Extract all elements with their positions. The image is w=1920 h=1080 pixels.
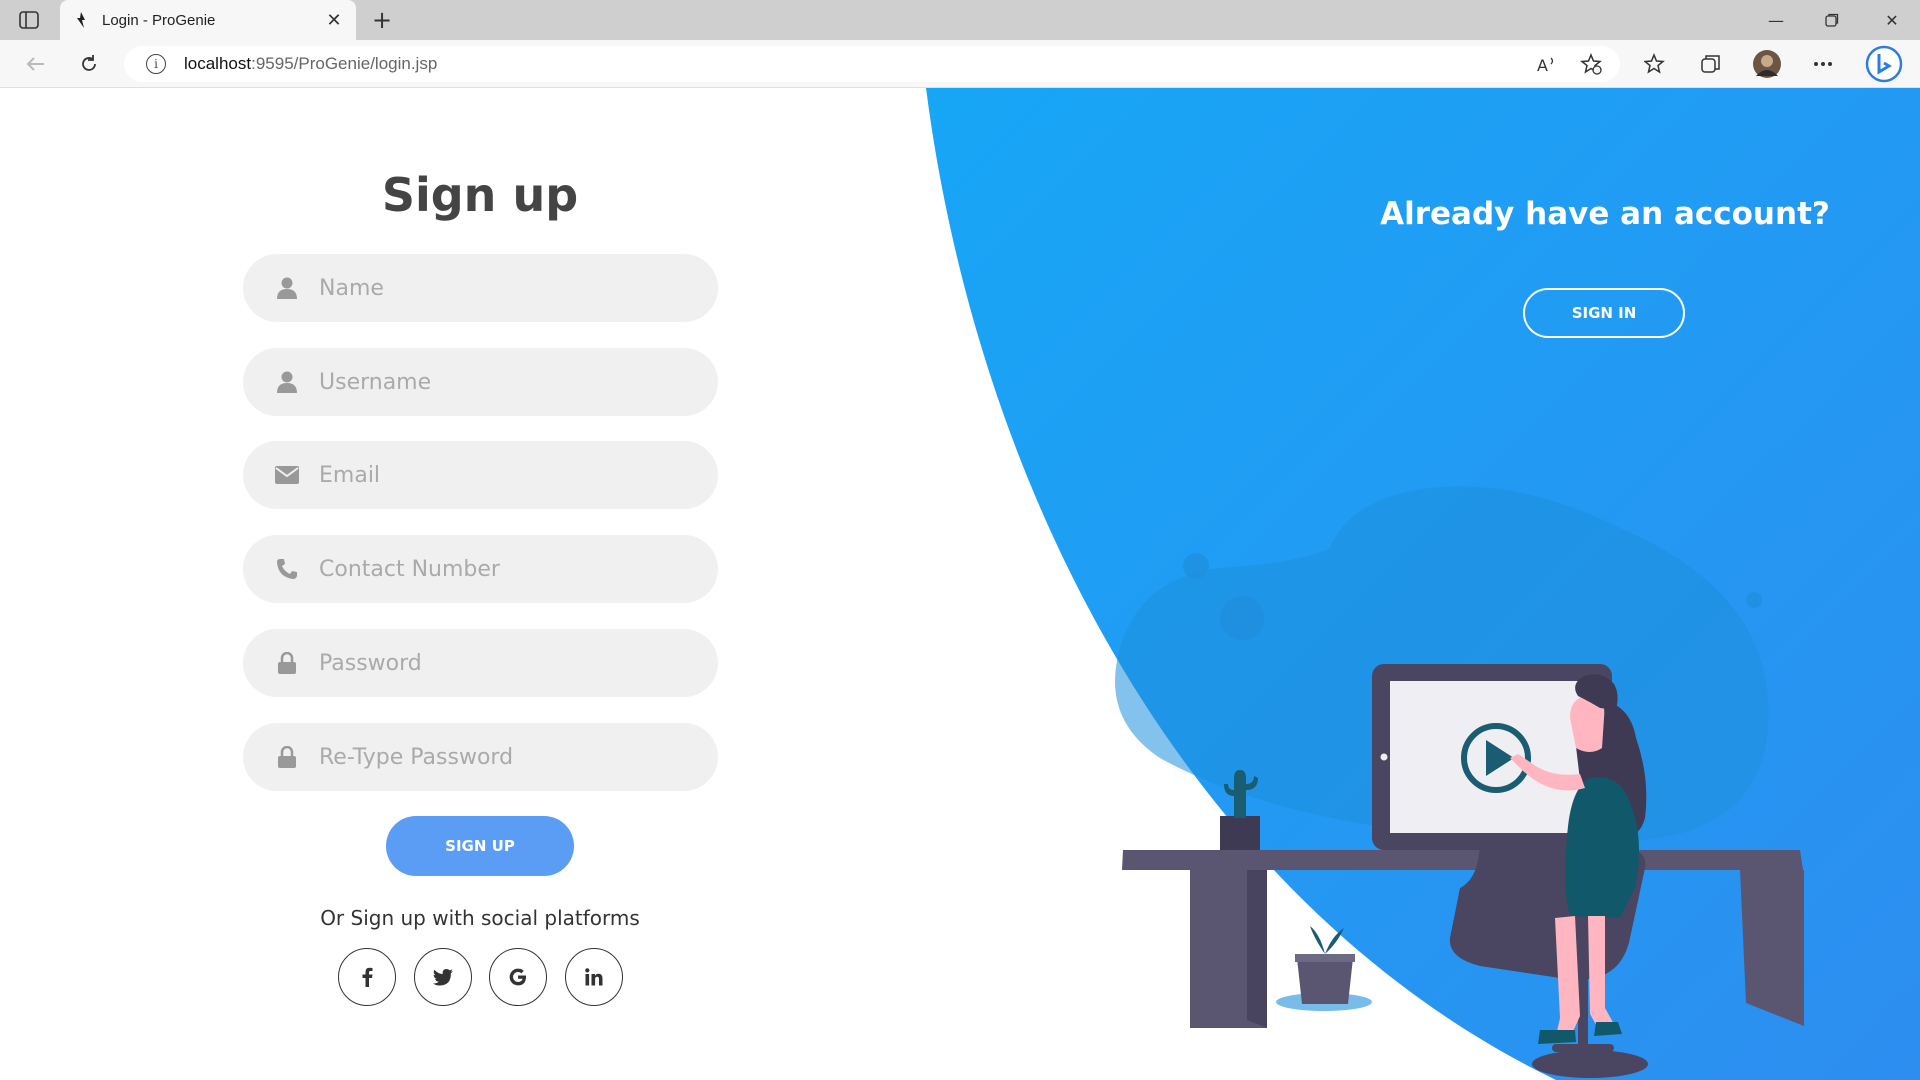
email-input[interactable] bbox=[319, 462, 699, 488]
profile-avatar[interactable] bbox=[1750, 48, 1784, 80]
browser-toolbar: i localhost:9595/ProGenie/login.jsp A bbox=[0, 40, 1920, 88]
facebook-button[interactable] bbox=[338, 948, 396, 1006]
signup-button[interactable]: SIGN UP bbox=[386, 816, 574, 876]
signin-prompt-title: Already have an account? bbox=[1380, 196, 1830, 232]
read-aloud-icon[interactable]: A bbox=[1530, 48, 1564, 80]
username-input[interactable] bbox=[319, 369, 699, 395]
close-window-icon[interactable]: ✕ bbox=[1864, 0, 1920, 40]
username-field[interactable] bbox=[243, 348, 718, 416]
signin-button[interactable]: SIGN IN bbox=[1523, 288, 1685, 338]
name-field[interactable] bbox=[243, 254, 718, 322]
browser-tab-bar: Login - ProGenie ✕ + — ✕ bbox=[0, 0, 1920, 40]
address-bar[interactable]: i localhost:9595/ProGenie/login.jsp bbox=[124, 46, 1620, 82]
phone-icon bbox=[267, 558, 307, 580]
social-signup-text: Or Sign up with social platforms bbox=[320, 906, 640, 930]
google-button[interactable] bbox=[489, 948, 547, 1006]
name-input[interactable] bbox=[319, 275, 699, 301]
signup-title: Sign up bbox=[381, 168, 579, 222]
restore-icon[interactable] bbox=[1804, 0, 1860, 40]
lock-icon bbox=[267, 746, 307, 768]
user-icon bbox=[267, 277, 307, 299]
twitter-button[interactable] bbox=[414, 948, 472, 1006]
email-field[interactable] bbox=[243, 441, 718, 509]
add-favorite-icon[interactable] bbox=[1574, 48, 1608, 80]
back-icon[interactable] bbox=[18, 48, 52, 80]
user-icon bbox=[267, 371, 307, 393]
tab-actions-icon[interactable] bbox=[18, 9, 40, 31]
contact-number-field[interactable] bbox=[243, 535, 718, 603]
url-host: localhost bbox=[184, 54, 252, 73]
refresh-icon[interactable] bbox=[72, 48, 106, 80]
svg-text:A: A bbox=[1537, 56, 1548, 73]
browser-tab[interactable]: Login - ProGenie ✕ bbox=[60, 0, 356, 40]
contact-number-input[interactable] bbox=[319, 556, 699, 582]
retype-password-input[interactable] bbox=[319, 744, 699, 770]
progenie-favicon-icon bbox=[72, 11, 90, 29]
bing-copilot-icon[interactable] bbox=[1864, 44, 1904, 84]
desk-illustration bbox=[1115, 486, 1804, 1078]
twitter-icon bbox=[433, 968, 453, 985]
facebook-icon bbox=[362, 967, 373, 987]
url-path: :9595/ProGenie/login.jsp bbox=[251, 54, 438, 73]
close-tab-icon[interactable]: ✕ bbox=[324, 10, 344, 31]
more-menu-icon[interactable] bbox=[1806, 48, 1840, 80]
page: Sign up Name Username Email Contact Numb… bbox=[0, 88, 1920, 1080]
linkedin-icon bbox=[585, 968, 603, 986]
password-field[interactable] bbox=[243, 629, 718, 697]
collections-icon[interactable] bbox=[1694, 48, 1728, 80]
site-info-icon[interactable]: i bbox=[146, 54, 166, 74]
favorites-icon[interactable] bbox=[1638, 48, 1672, 80]
signup-form: Sign up Name Username Email Contact Numb… bbox=[0, 88, 960, 1080]
lock-icon bbox=[267, 652, 307, 674]
tab-title: Login - ProGenie bbox=[102, 11, 216, 29]
password-input[interactable] bbox=[319, 650, 699, 676]
google-icon bbox=[509, 968, 527, 986]
linkedin-button[interactable] bbox=[565, 948, 623, 1006]
retype-password-field[interactable] bbox=[243, 723, 718, 791]
minimize-icon[interactable]: — bbox=[1748, 0, 1804, 40]
envelope-icon bbox=[267, 466, 307, 484]
new-tab-icon[interactable]: + bbox=[368, 6, 396, 34]
